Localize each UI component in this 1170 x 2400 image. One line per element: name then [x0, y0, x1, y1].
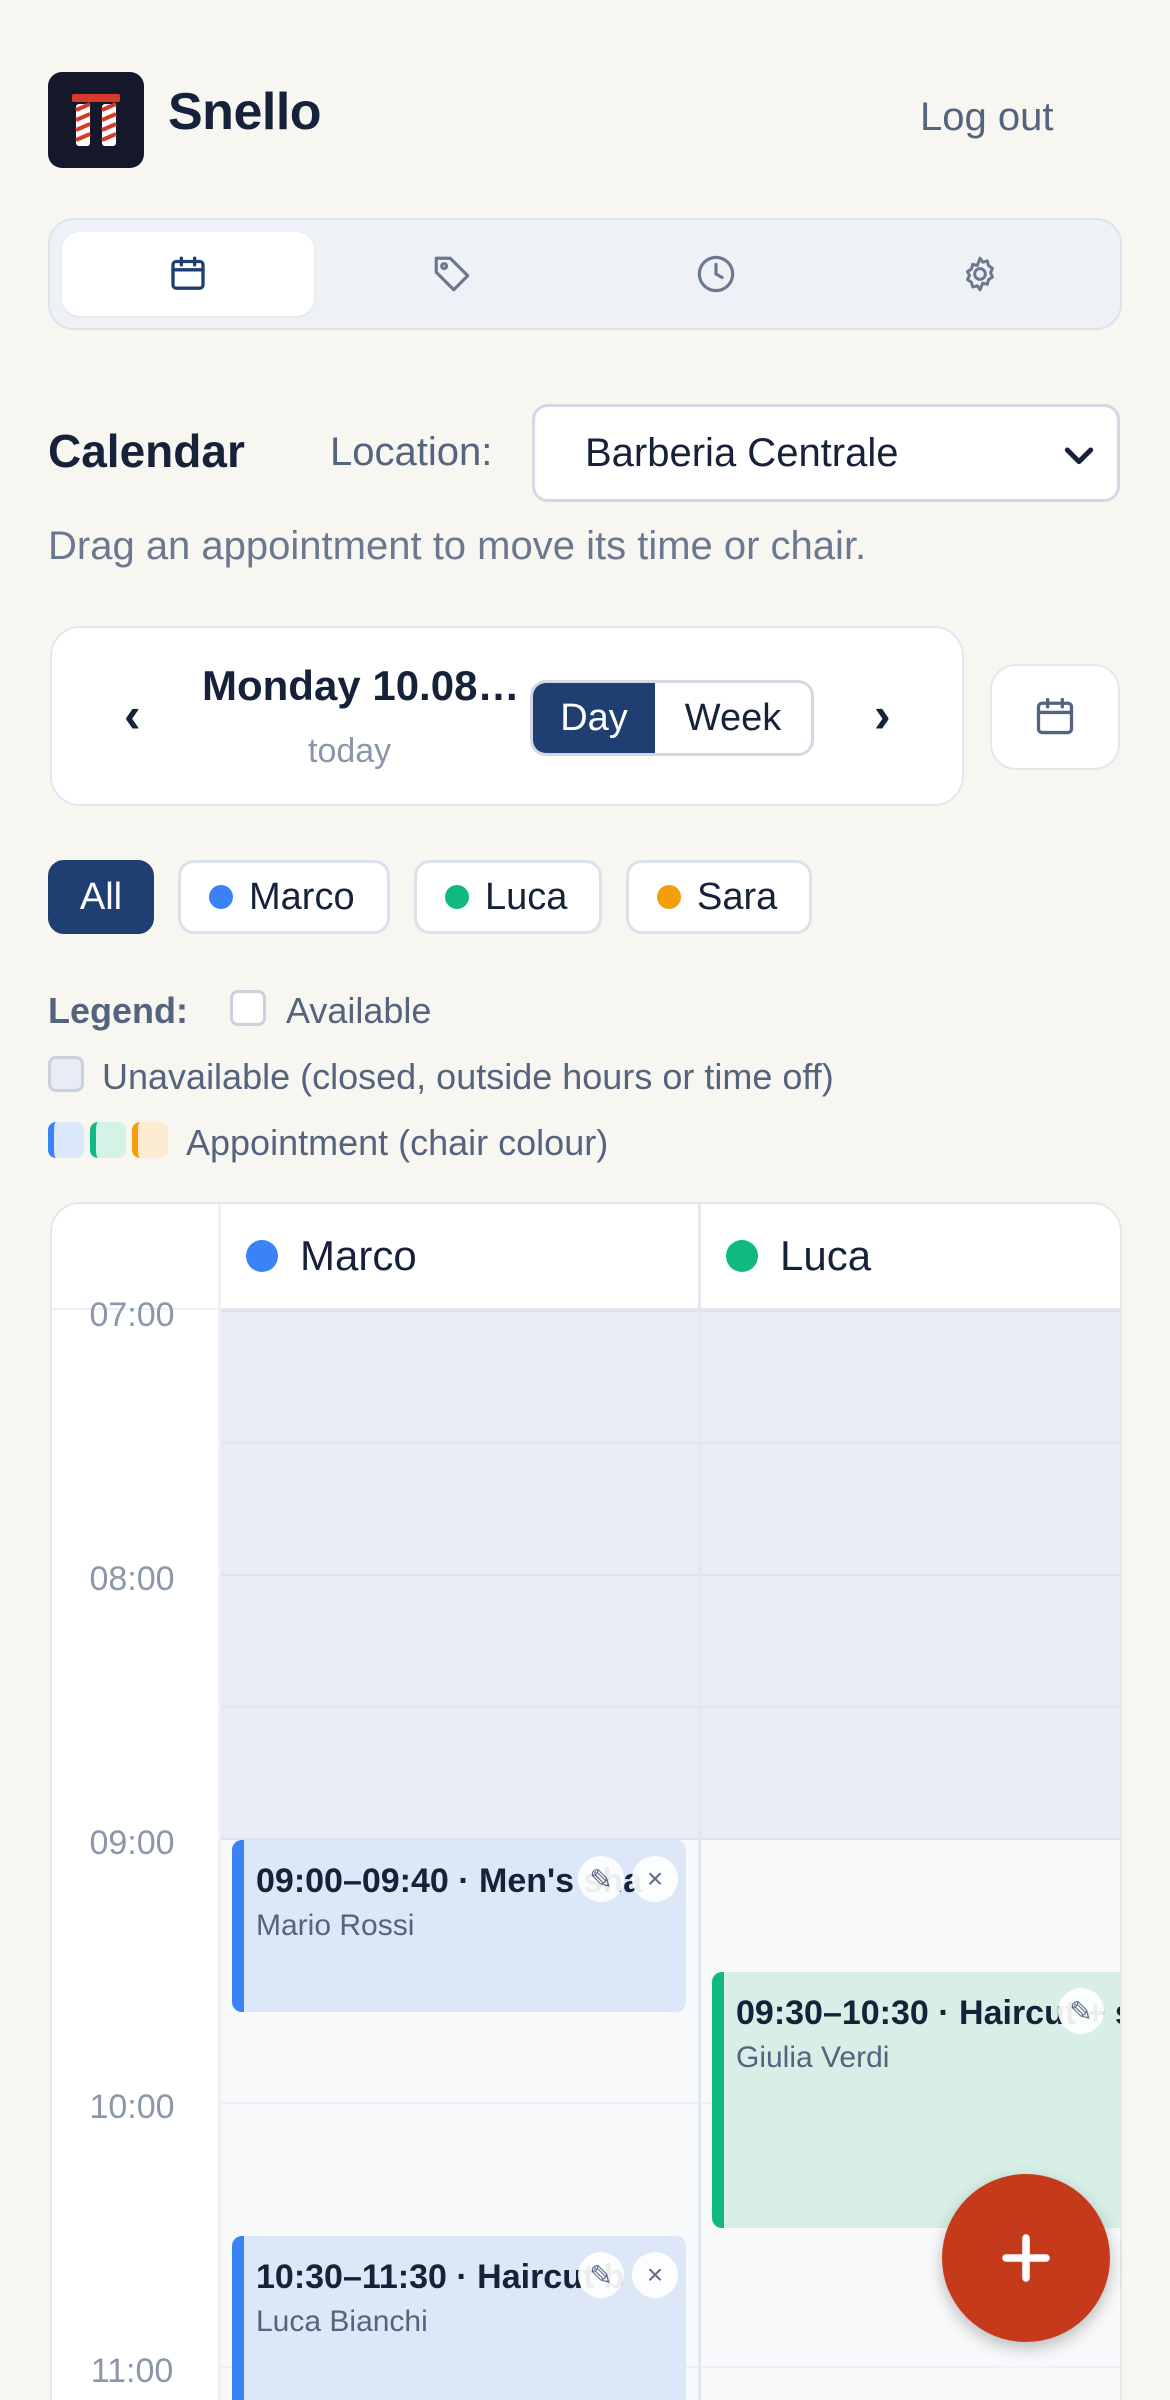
column-header-marco: Marco	[220, 1204, 700, 1310]
location-select-value: Barberia Centrale	[585, 430, 899, 475]
appointment-client: Giulia Verdi	[736, 2041, 890, 2074]
appointment-color-bar	[232, 1840, 244, 2012]
legend-appointment: Appointment (chair colour)	[186, 1122, 609, 1163]
gridline	[220, 1310, 1120, 1312]
date-relative-label: today	[308, 732, 392, 770]
drag-hint: Drag an appointment to move its time or …	[48, 524, 867, 568]
legend-label: Legend:	[48, 990, 188, 1031]
appointment-client: Luca Bianchi	[256, 2305, 428, 2338]
appointment-color-bar	[712, 1972, 724, 2228]
appointment-client: Mario Rossi	[256, 1909, 415, 1942]
column-header-luca: Luca	[700, 1204, 1120, 1310]
column-divider	[218, 1204, 221, 2400]
location-label: Location:	[330, 430, 493, 474]
page-title: Calendar	[48, 425, 245, 477]
tab-settings[interactable]	[854, 232, 1106, 316]
staff-color-dot	[726, 1240, 758, 1272]
view-week-button[interactable]: Week	[655, 683, 811, 753]
delete-appointment-button[interactable]: ×	[632, 1856, 678, 1902]
swatch-blue	[48, 1122, 84, 1158]
legend-available: Available	[286, 990, 432, 1031]
filter-chip-label: Marco	[249, 875, 355, 918]
gear-icon	[966, 256, 994, 292]
staff-color-dot	[246, 1240, 278, 1272]
swatch-green	[90, 1122, 126, 1158]
chevron-down-icon	[1064, 447, 1094, 465]
tab-calendar[interactable]	[62, 232, 314, 316]
appointment-card[interactable]: 09:00–09:40 · Men's sha Mario Rossi ✎ ×	[232, 1840, 686, 2012]
column-header-label: Marco	[300, 1232, 417, 1279]
appointment-card[interactable]: 10:30–11:30 · Haircut b Luca Bianchi ✎ ×	[232, 2236, 686, 2400]
staff-color-dot	[657, 885, 681, 909]
app-logo	[48, 72, 144, 168]
legend-unavailable: Unavailable (closed, outside hours or ti…	[102, 1056, 834, 1097]
filter-chip-label: Luca	[485, 875, 568, 918]
hour-label: 07:00	[89, 1296, 175, 1334]
hour-label: 09:00	[89, 1824, 175, 1862]
staff-color-dot	[445, 885, 469, 909]
edit-appointment-button[interactable]: ✎	[578, 2252, 624, 2298]
column-divider	[698, 1204, 701, 2400]
prev-day-button[interactable]: ‹	[124, 686, 141, 744]
filter-all-chip[interactable]: All	[48, 860, 154, 934]
unavailable-block	[220, 1312, 1120, 1840]
current-date: Monday 10.08…	[202, 662, 520, 709]
logout-button[interactable]: Log out	[920, 95, 1053, 140]
edit-appointment-button[interactable]: ✎	[1058, 1988, 1104, 2034]
view-toggle: Day Week	[530, 680, 814, 756]
gridline	[220, 1442, 1120, 1444]
tab-hours[interactable]	[590, 232, 842, 316]
clock-icon	[697, 255, 735, 293]
legend-unavailable-swatch	[48, 1056, 84, 1092]
filter-chip-sara[interactable]: Sara	[626, 860, 812, 934]
gridline	[220, 1706, 1120, 1708]
calendar-icon	[171, 256, 205, 290]
location-select[interactable]: Barberia Centrale	[532, 404, 1120, 502]
tag-icon	[434, 256, 470, 292]
filter-chip-label: Sara	[697, 875, 778, 918]
main-tab-bar	[48, 218, 1122, 330]
appointment-color-bar	[232, 2236, 244, 2400]
next-day-button[interactable]: ›	[874, 686, 891, 744]
hour-label: 08:00	[89, 1560, 175, 1598]
view-day-button[interactable]: Day	[533, 683, 655, 753]
staff-color-dot	[209, 885, 233, 909]
date-picker-button[interactable]	[990, 664, 1120, 770]
add-appointment-button[interactable]	[942, 2174, 1110, 2342]
hour-label: 11:00	[90, 2352, 174, 2390]
calendar-icon	[1036, 697, 1074, 735]
column-header-label: Luca	[780, 1232, 872, 1279]
gridline	[220, 1574, 1120, 1576]
app-name: Snello	[168, 83, 322, 141]
hour-label: 10:00	[89, 2088, 175, 2126]
tab-services[interactable]	[326, 232, 578, 316]
delete-appointment-button[interactable]: ×	[632, 2252, 678, 2298]
filter-chip-luca[interactable]: Luca	[414, 860, 602, 934]
plus-icon	[1002, 2234, 1050, 2282]
legend-available-swatch	[230, 990, 266, 1026]
filter-chip-marco[interactable]: Marco	[178, 860, 390, 934]
swatch-orange	[132, 1122, 168, 1158]
legend-appointment-swatches	[48, 1122, 170, 1158]
date-navigator: ‹ Monday 10.08… today Day Week ›	[50, 626, 964, 806]
edit-appointment-button[interactable]: ✎	[578, 1856, 624, 1902]
